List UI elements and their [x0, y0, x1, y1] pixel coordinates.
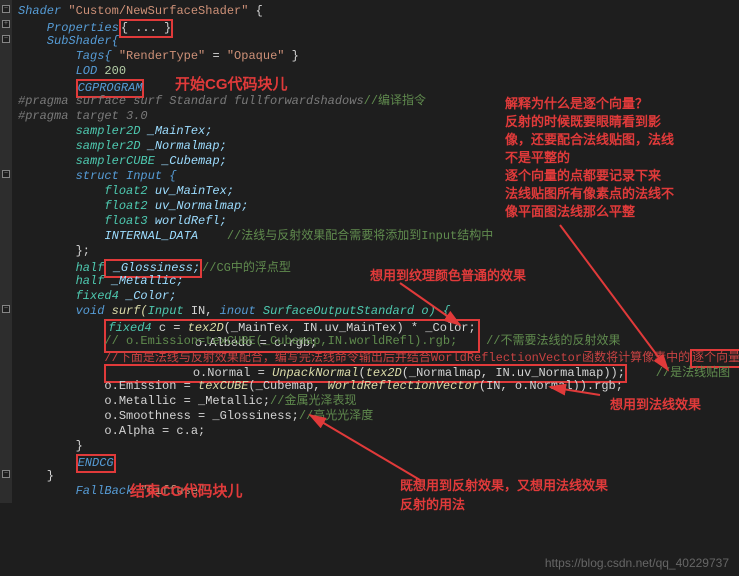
code-line: Shader "Custom/NewSurfaceShader" { [0, 4, 739, 19]
code-line: ENDCG [0, 454, 739, 469]
fold-toggle[interactable]: + [2, 20, 10, 28]
watermark: https://blog.csdn.net/qq_40229737 [545, 556, 729, 570]
fold-toggle[interactable]: − [2, 305, 10, 313]
code-line: o.Emission = texCUBE(_Cubemap, WorldRefl… [0, 379, 739, 394]
annot-normal-effect: 想用到法线效果 [610, 394, 701, 413]
properties-box: { ... } [119, 19, 173, 38]
annot-tex-effect: 想用到纹理颜色普通的效果 [370, 265, 526, 284]
code-line: }; [0, 244, 739, 259]
endcg-box: ENDCG [76, 454, 116, 473]
code-line: Tags{ "RenderType" = "Opaque" } [0, 49, 739, 64]
fold-toggle[interactable]: − [2, 5, 10, 13]
fold-gutter: − + − − − − [0, 0, 12, 503]
annot-reflect-normal: 既想用到反射效果，又想用法线效果 反射的用法 [400, 475, 608, 513]
fold-toggle[interactable]: − [2, 470, 10, 478]
code-editor[interactable]: − + − − − − Shader "Custom/NewSurfaceSha… [0, 0, 739, 503]
code-line: // o.Emission=texCUBE(_Cubemap,IN.worldR… [0, 334, 739, 349]
annot-end-cg: 结束CG代码块儿 [130, 480, 243, 501]
code-line: INTERNAL_DATA //法线与反射效果配合需要将添加到Input结构中 [0, 229, 739, 244]
code-line: fixed4 c = tex2D(_MainTex, IN.uv_MainTex… [0, 319, 739, 334]
code-line: } [0, 439, 739, 454]
code-line: void surf(Input IN, inout SurfaceOutputS… [0, 304, 739, 319]
code-line: FallBack "Diffuse" [0, 484, 739, 499]
code-line: LOD 200 [0, 64, 739, 79]
fold-toggle[interactable]: − [2, 35, 10, 43]
annot-start-cg: 开始CG代码块儿 [175, 73, 288, 94]
code-line: o.Alpha = c.a; [0, 424, 739, 439]
code-line: CGPROGRAM [0, 79, 739, 94]
annot-why-vector: 解释为什么是逐个向量？ 反射的时候既要眼睛看到影 像，还要配合法线贴图，法线 不… [505, 95, 674, 221]
code-line: o.Normal = UnpackNormal(tex2D(_Normalmap… [0, 364, 739, 379]
code-line: //下面是法线与反射效果配合，编写完法线命令输出后并结合WorldReflect… [0, 349, 739, 364]
fold-toggle[interactable]: − [2, 170, 10, 178]
code-line: SubShader{ [0, 34, 739, 49]
code-line: fixed4 _Color; [0, 289, 739, 304]
code-line: Properties{ ... } [0, 19, 739, 34]
